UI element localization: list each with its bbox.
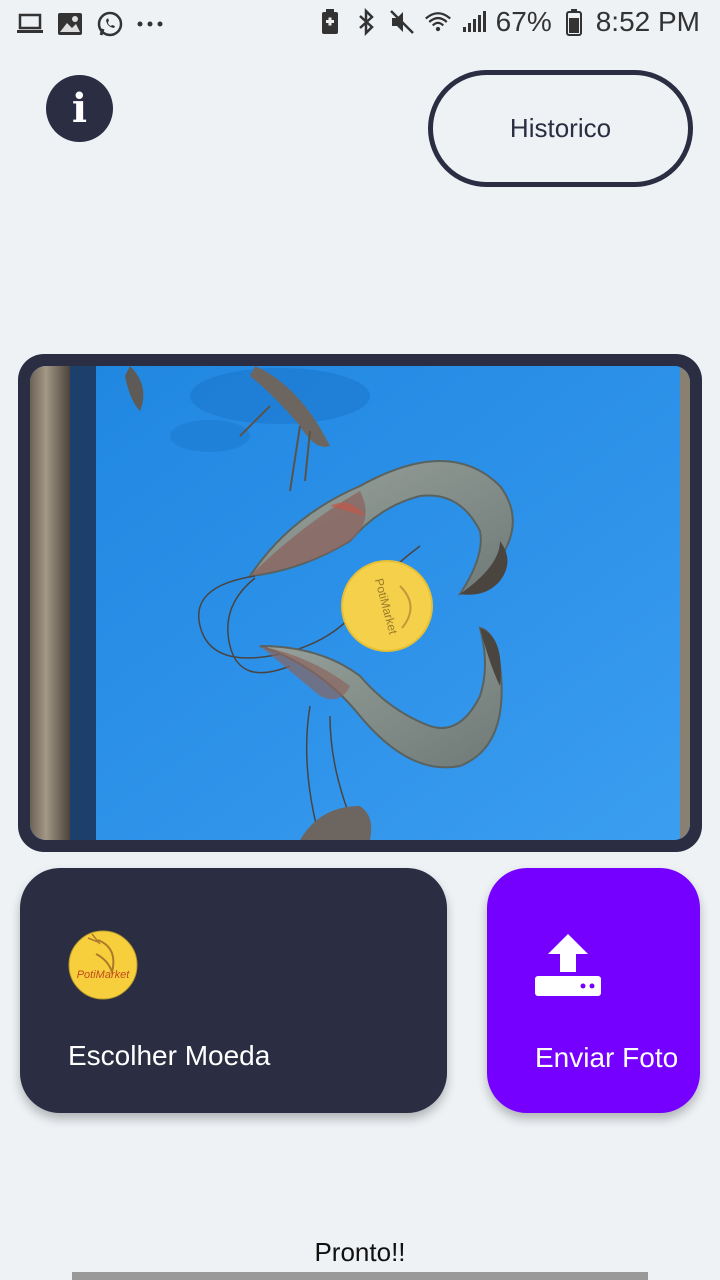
send-photo-button[interactable]: Enviar Foto — [487, 868, 700, 1113]
choose-coin-button[interactable]: PotiMarket Escolher Moeda — [20, 868, 447, 1113]
more-icon — [136, 10, 164, 38]
signal-icon — [460, 8, 488, 36]
app-screen: 67% 8:52 PM i Historico PotiMarket PotiM… — [0, 0, 720, 1280]
bluetooth-icon — [352, 8, 380, 36]
choose-coin-label: Escolher Moeda — [68, 1040, 271, 1071]
shrimp-photo: PotiMarket — [30, 366, 690, 840]
battery-percent: 67% — [495, 6, 552, 37]
history-button-label: Historico — [509, 113, 612, 143]
whatsapp-icon — [96, 10, 124, 38]
mute-icon — [388, 8, 416, 36]
upload-icon — [533, 930, 603, 1000]
info-button[interactable]: i — [46, 75, 113, 142]
potimarket-logo: PotiMarket — [68, 930, 138, 1000]
status-bar: 67% 8:52 PM — [0, 0, 720, 48]
photo-preview[interactable]: PotiMarket — [30, 366, 690, 840]
logo-text: PotiMarket — [77, 969, 131, 981]
info-icon: i — [71, 85, 88, 132]
history-button[interactable]: Historico — [428, 70, 693, 187]
send-photo-label: Enviar Foto — [535, 1042, 679, 1073]
photo-preview-frame: PotiMarket — [18, 354, 702, 852]
battery-saver-icon — [316, 8, 344, 36]
progress-bar — [72, 1272, 648, 1280]
laptop-icon — [16, 10, 44, 38]
status-bar-left — [16, 10, 164, 38]
status-message: Pronto!! — [314, 1237, 406, 1267]
battery-icon — [560, 8, 588, 36]
wifi-icon — [424, 8, 452, 36]
clock: 8:52 PM — [595, 6, 700, 37]
status-bar-right: 67% 8:52 PM — [316, 6, 700, 38]
image-icon — [56, 10, 84, 38]
